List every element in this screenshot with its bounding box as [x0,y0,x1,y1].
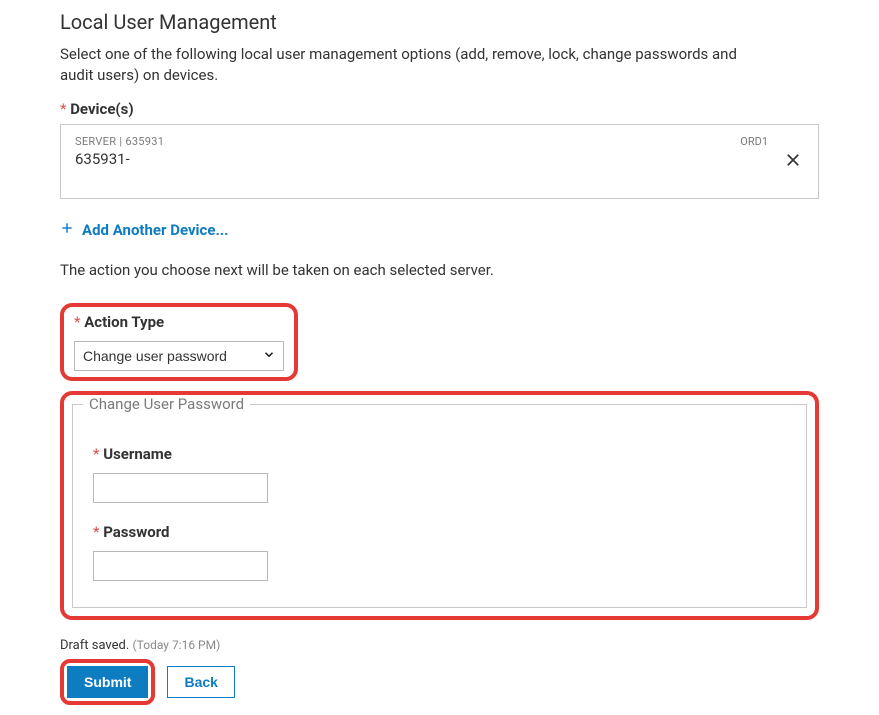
page-description: Select one of the following local user m… [60,44,760,86]
device-meta: SERVER | 635931 [75,135,804,148]
action-type-highlight: Action Type Change user password [60,303,298,381]
draft-saved-text: Draft saved. (Today 7:16 PM) [60,638,819,653]
draft-time: (Today 7:16 PM) [133,638,221,652]
page-title: Local User Management [60,10,819,34]
back-button[interactable]: Back [167,666,234,698]
change-password-fieldset: Change User Password Username Password [72,404,807,608]
device-card: SERVER | 635931 635931- ORD1 [60,124,819,199]
plus-icon [60,221,74,239]
change-password-highlight: Change User Password Username Password [60,391,819,620]
action-note: The action you choose next will be taken… [60,261,819,279]
device-region: ORD1 [740,135,768,148]
button-bar: Submit Back [60,659,819,705]
add-device-label: Add Another Device... [82,221,229,239]
password-label: Password [93,523,786,541]
device-name: 635931- [75,150,804,168]
username-field[interactable] [93,473,268,503]
fieldset-legend: Change User Password [83,395,250,413]
submit-highlight: Submit [60,659,155,705]
username-label: Username [93,445,786,463]
close-icon[interactable] [784,151,802,169]
action-type-label: Action Type [74,313,284,331]
password-field[interactable] [93,551,268,581]
submit-button[interactable]: Submit [67,666,148,698]
devices-label: Device(s) [60,100,819,118]
add-device-link[interactable]: Add Another Device... [60,221,229,239]
action-type-select[interactable]: Change user password [74,341,284,371]
